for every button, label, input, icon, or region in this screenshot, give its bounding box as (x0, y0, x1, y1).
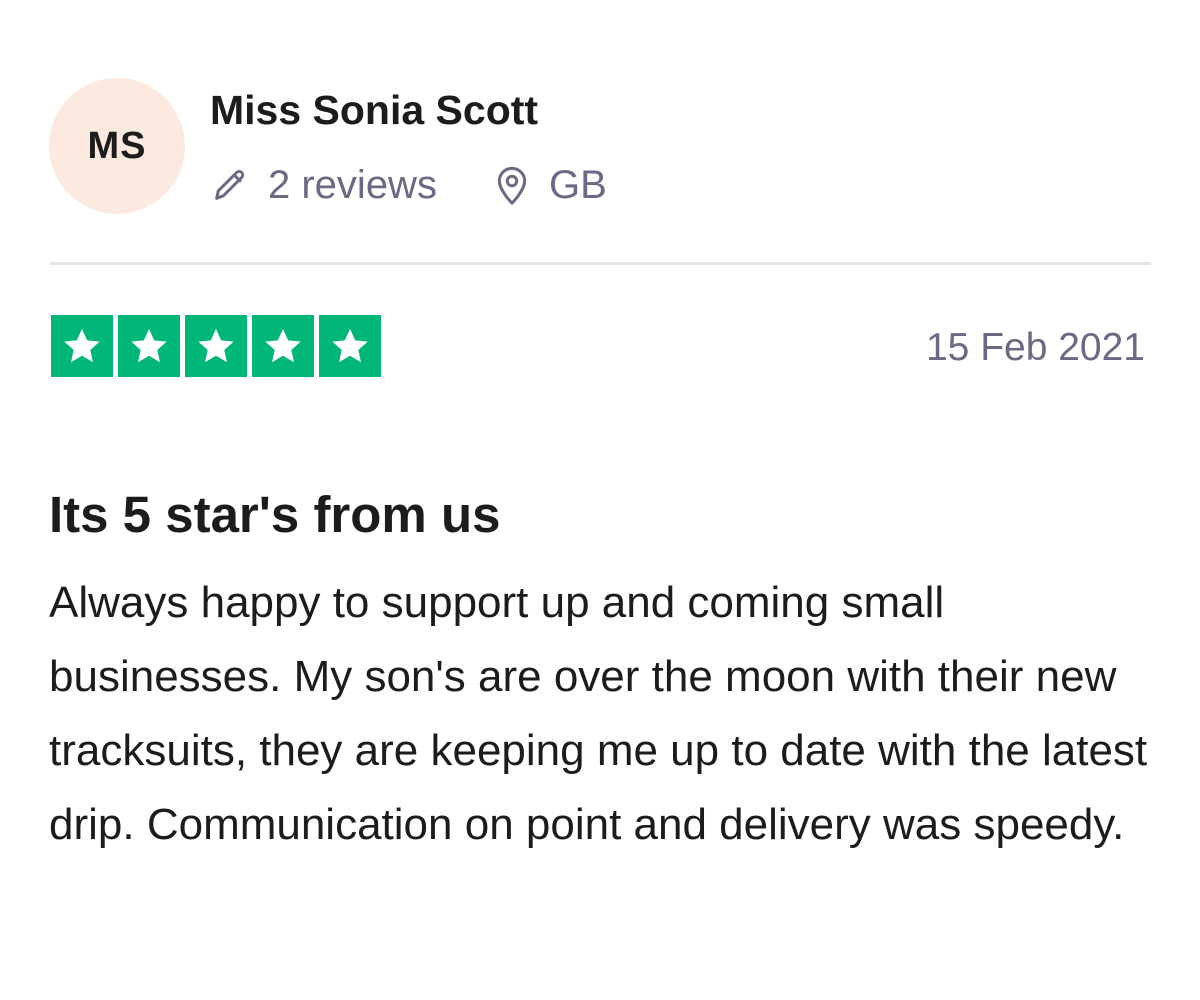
pencil-icon (210, 165, 250, 205)
review-title[interactable]: Its 5 star's from us (49, 485, 500, 545)
star-icon (51, 315, 113, 377)
reviews-count-item: 2 reviews (210, 163, 437, 208)
star-icon (252, 315, 314, 377)
reviews-count: 2 reviews (268, 162, 437, 207)
star-icon (185, 315, 247, 377)
avatar[interactable]: MS (49, 78, 185, 214)
star-icon (319, 315, 381, 377)
review-body: Always happy to support up and coming sm… (49, 578, 1148, 849)
review-card: MS Miss Sonia Scott 2 reviews GB 15 Feb (0, 0, 1200, 1000)
location-item: GB (493, 163, 607, 208)
divider (50, 262, 1151, 265)
reviewer-country: GB (548, 162, 607, 207)
reviewer-name[interactable]: Miss Sonia Scott (210, 86, 538, 134)
location-pin-icon (493, 164, 531, 206)
review-date: 15 Feb 2021 (925, 326, 1145, 369)
reviewer-meta: 2 reviews GB (210, 160, 607, 210)
star-rating (51, 315, 381, 377)
star-icon (118, 315, 180, 377)
